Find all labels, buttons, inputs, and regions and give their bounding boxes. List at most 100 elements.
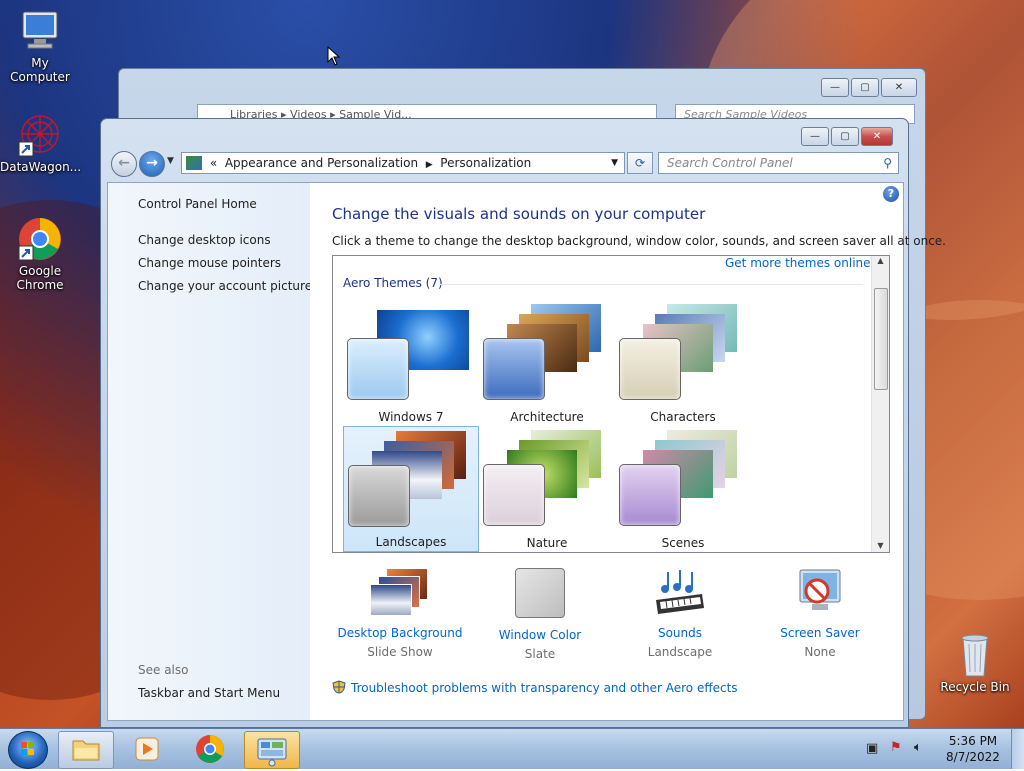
- desktop-icon-recycle-bin[interactable]: Recycle Bin: [935, 632, 1015, 694]
- screen-saver-icon: [794, 568, 846, 618]
- sidebar-change-account-picture[interactable]: Change your account picture: [138, 279, 312, 293]
- network-tray-icon[interactable]: ▣: [866, 741, 878, 756]
- taskbar-control-panel-button[interactable]: [244, 731, 300, 769]
- address-bar[interactable]: « Appearance and Personalization ▶ Perso…: [181, 152, 625, 174]
- color-swatch: [483, 464, 545, 526]
- window-color-icon: [515, 568, 565, 618]
- close-button[interactable]: ✕: [881, 78, 917, 97]
- maximize-button[interactable]: ▢: [851, 78, 879, 97]
- desktop-icon-google-chrome[interactable]: Google Chrome: [0, 216, 80, 292]
- scroll-down-arrow-icon[interactable]: ▼: [872, 541, 889, 550]
- minimize-button[interactable]: —: [821, 78, 849, 97]
- theme-windows-7[interactable]: Windows 7: [343, 300, 479, 426]
- theme-list-scrollbar[interactable]: ▲ ▼: [871, 256, 889, 552]
- address-dropdown-arrow[interactable]: ▼: [611, 153, 618, 173]
- theme-name: Windows 7: [378, 410, 444, 424]
- sidebar-taskbar-start-menu[interactable]: Taskbar and Start Menu: [138, 686, 280, 700]
- theme-name: Nature: [526, 536, 568, 550]
- folder-icon: [72, 740, 100, 761]
- desktop-background-icon: [370, 568, 430, 618]
- window-caption-buttons: — ▢ ✕: [801, 127, 893, 146]
- taskbar-explorer-button[interactable]: [58, 731, 114, 769]
- theme-scenes[interactable]: Scenes: [615, 426, 751, 552]
- recycle-bin-icon: [955, 632, 995, 678]
- breadcrumb-overflow[interactable]: «: [210, 156, 217, 170]
- setting-value: Slate: [524, 647, 556, 661]
- minimize-button[interactable]: —: [801, 127, 829, 146]
- forward-button[interactable]: →: [139, 151, 165, 177]
- desktop-icon-label: Recycle Bin: [940, 680, 1010, 694]
- sidebar-control-panel-home[interactable]: Control Panel Home: [138, 197, 257, 211]
- desktop-icon-my-computer[interactable]: My Computer: [0, 8, 80, 84]
- close-button[interactable]: ✕: [861, 127, 893, 146]
- theme-name: Landscapes: [375, 535, 447, 549]
- color-swatch: [347, 338, 409, 400]
- control-panel-icon: [186, 156, 202, 170]
- color-swatch: [619, 338, 681, 400]
- desktop-icon-label: DataWagon...: [0, 160, 82, 174]
- setting-value: Landscape: [647, 645, 713, 659]
- theme-nature[interactable]: Nature: [479, 426, 615, 552]
- show-desktop-button[interactable]: [1011, 729, 1024, 769]
- see-also-heading: See also: [138, 663, 189, 677]
- chrome-icon: [17, 216, 63, 262]
- desktop-background-setting[interactable]: Desktop Background Slide Show: [330, 568, 470, 659]
- computer-icon: [17, 8, 63, 54]
- window-client-area: Control Panel Home Change desktop icons …: [107, 182, 946, 721]
- sidebar: Control Panel Home Change desktop icons …: [108, 183, 312, 720]
- setting-label[interactable]: Desktop Background: [330, 626, 470, 640]
- search-icon[interactable]: ⚲: [883, 153, 892, 173]
- search-input[interactable]: Search Control Panel ⚲: [658, 152, 899, 174]
- breadcrumb-item[interactable]: Personalization: [440, 156, 531, 170]
- color-swatch: [483, 338, 545, 400]
- maximize-button[interactable]: ▢: [831, 127, 859, 146]
- sidebar-change-desktop-icons[interactable]: Change desktop icons: [138, 233, 271, 247]
- clock-time: 5:36 PM: [948, 734, 998, 748]
- datawagon-shortcut-icon: [17, 112, 63, 158]
- scroll-up-arrow-icon[interactable]: ▲: [872, 256, 889, 265]
- troubleshoot-link[interactable]: Troubleshoot problems with transparency …: [332, 680, 738, 695]
- setting-label[interactable]: Screen Saver: [750, 626, 890, 640]
- sidebar-change-mouse-pointers[interactable]: Change mouse pointers: [138, 256, 281, 270]
- theme-list[interactable]: Get more themes online Aero Themes (7) W…: [332, 255, 890, 553]
- theme-group-title: Aero Themes (7): [343, 276, 443, 290]
- refresh-button[interactable]: ⟳: [627, 152, 653, 174]
- mouse-cursor-icon: [327, 45, 341, 69]
- action-center-flag-icon[interactable]: ⚑: [890, 740, 902, 755]
- get-more-themes-link[interactable]: Get more themes online: [725, 256, 871, 270]
- taskbar-media-player-button[interactable]: [120, 731, 174, 767]
- desktop-icon-datawagon[interactable]: DataWagon...: [0, 112, 82, 174]
- taskbar-clock[interactable]: 5:36 PM 8/7/2022: [940, 733, 1006, 765]
- theme-landscapes[interactable]: Landscapes: [343, 426, 479, 552]
- desktop-icon-label: My Computer: [10, 56, 70, 84]
- personalization-window[interactable]: — ▢ ✕ ← → ▼ « Appearance and Personaliza…: [100, 118, 946, 728]
- page-title: Change the visuals and sounds on your co…: [332, 205, 706, 223]
- help-icon[interactable]: ?: [883, 186, 899, 202]
- color-swatch: [348, 465, 410, 527]
- back-button[interactable]: ←: [111, 151, 137, 177]
- start-button[interactable]: [8, 731, 48, 769]
- screen-saver-setting[interactable]: Screen Saver None: [750, 568, 890, 659]
- theme-name: Architecture: [510, 410, 584, 424]
- windows-logo-icon: [21, 742, 34, 755]
- theme-architecture[interactable]: Architecture: [479, 300, 615, 426]
- breadcrumb-item[interactable]: Appearance and Personalization: [225, 156, 418, 170]
- sounds-setting[interactable]: Sounds Landscape: [610, 568, 750, 659]
- setting-label[interactable]: Sounds: [610, 626, 750, 640]
- taskbar: ▣ ⚑ 🔈︎ 5:36 PM 8/7/2022: [0, 728, 1024, 769]
- volume-icon[interactable]: 🔈︎: [914, 740, 922, 755]
- window-color-setting[interactable]: Window Color Slate: [470, 568, 610, 661]
- group-divider: [439, 284, 863, 285]
- navigation-bar: ← → ▼ « Appearance and Personalization ▶…: [109, 149, 899, 177]
- color-swatch: [619, 464, 681, 526]
- content-pane: ? Change the visuals and sounds on your …: [310, 183, 946, 720]
- setting-label[interactable]: Window Color: [470, 628, 610, 642]
- scrollbar-thumb[interactable]: [874, 288, 888, 390]
- chrome-icon: [196, 735, 224, 763]
- recent-pages-dropdown[interactable]: ▼: [167, 156, 174, 166]
- desktop-icon-label: Google Chrome: [16, 264, 64, 292]
- shield-icon: [332, 680, 346, 694]
- taskbar-chrome-button[interactable]: [183, 731, 237, 767]
- theme-characters[interactable]: Characters: [615, 300, 751, 426]
- clock-date: 8/7/2022: [946, 750, 1000, 764]
